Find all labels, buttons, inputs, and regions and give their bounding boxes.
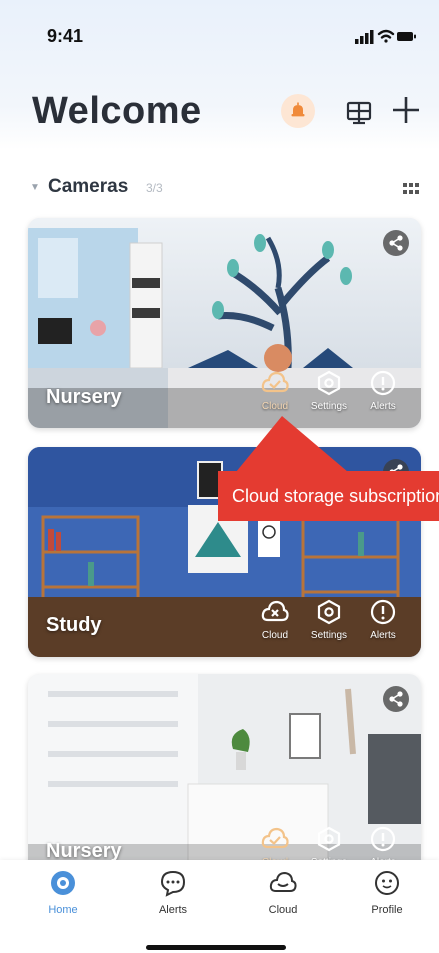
bottom-tab-bar: Home Alerts Cloud Profile [0,860,439,953]
grid-view-icon[interactable] [402,180,420,198]
battery-icon [397,32,416,41]
home-indicator [146,945,286,950]
settings-hexagon-icon [317,599,341,625]
tab-home[interactable]: Home [28,868,98,928]
settings-action-label: Settings [310,401,348,412]
camera-actions: Cloud Settings Alerts [249,597,409,649]
camera-name: Nursery [46,386,122,408]
alerts-action[interactable]: Alerts [357,368,409,420]
camera-name: Study [46,614,102,636]
page-title: Welcome [32,90,202,132]
alerts-action[interactable]: Alerts [357,597,409,649]
tab-alerts[interactable]: Alerts [138,868,208,928]
cloud-action-label: Cloud [261,630,289,641]
camera-card-nursery-2[interactable]: Nursery Cloud Settings [28,674,421,884]
alert-circle-icon [370,826,396,852]
cameras-section-header[interactable]: ▼ Cameras 3/3 [30,176,420,202]
collapse-caret-icon[interactable]: ▼ [30,182,40,193]
status-bar: 9:41 [0,0,439,70]
alerts-action-label: Alerts [370,630,396,641]
tab-profile[interactable]: Profile [352,868,422,928]
share-button[interactable] [383,686,409,712]
share-button[interactable] [383,230,409,256]
cloud-action[interactable]: Cloud [249,368,301,420]
tab-cloud[interactable]: Cloud [248,868,318,928]
share-icon [389,235,403,251]
cloud-check-icon [261,371,289,393]
alarm-bell-icon [291,102,305,117]
tab-label: Cloud [268,904,298,916]
camera-actions: Cloud Settings Alerts [249,368,409,420]
alerts-action-label: Alerts [370,401,396,412]
section-title: Cameras [48,176,129,197]
settings-action-label: Settings [310,630,348,641]
settings-hexagon-icon [317,826,341,852]
status-time: 9:41 [47,26,84,46]
tab-label: Alerts [158,904,188,916]
settings-action[interactable]: Settings [303,368,355,420]
settings-action[interactable]: Settings [303,597,355,649]
settings-hexagon-icon [317,370,341,396]
alarm-button[interactable] [281,94,315,128]
add-icon[interactable] [389,92,423,128]
signal-icon [355,30,374,44]
home-icon [51,871,75,895]
wifi-icon [377,29,395,43]
profile-icon [375,871,399,895]
cloud-action[interactable]: Cloud [249,597,301,649]
cloud-action-label: Cloud [261,401,289,412]
tab-label: Home [48,904,78,916]
cloud-icon [269,871,297,892]
alert-circle-icon [370,599,396,625]
cloud-off-icon [261,600,289,622]
camera-count: 3/3 [146,181,163,195]
header-actions [261,92,421,132]
status-icons [355,29,416,44]
alert-circle-icon [370,370,396,396]
tab-label: Profile [371,904,403,916]
share-icon [389,691,403,707]
multi-view-icon[interactable] [345,98,373,126]
camera-card-nursery[interactable]: Nursery Cloud Settings Alerts [28,218,421,428]
cloud-check-icon [261,827,289,849]
cloud-storage-callout: Cloud storage subscription [218,471,439,521]
chat-bubble-icon [160,870,186,897]
